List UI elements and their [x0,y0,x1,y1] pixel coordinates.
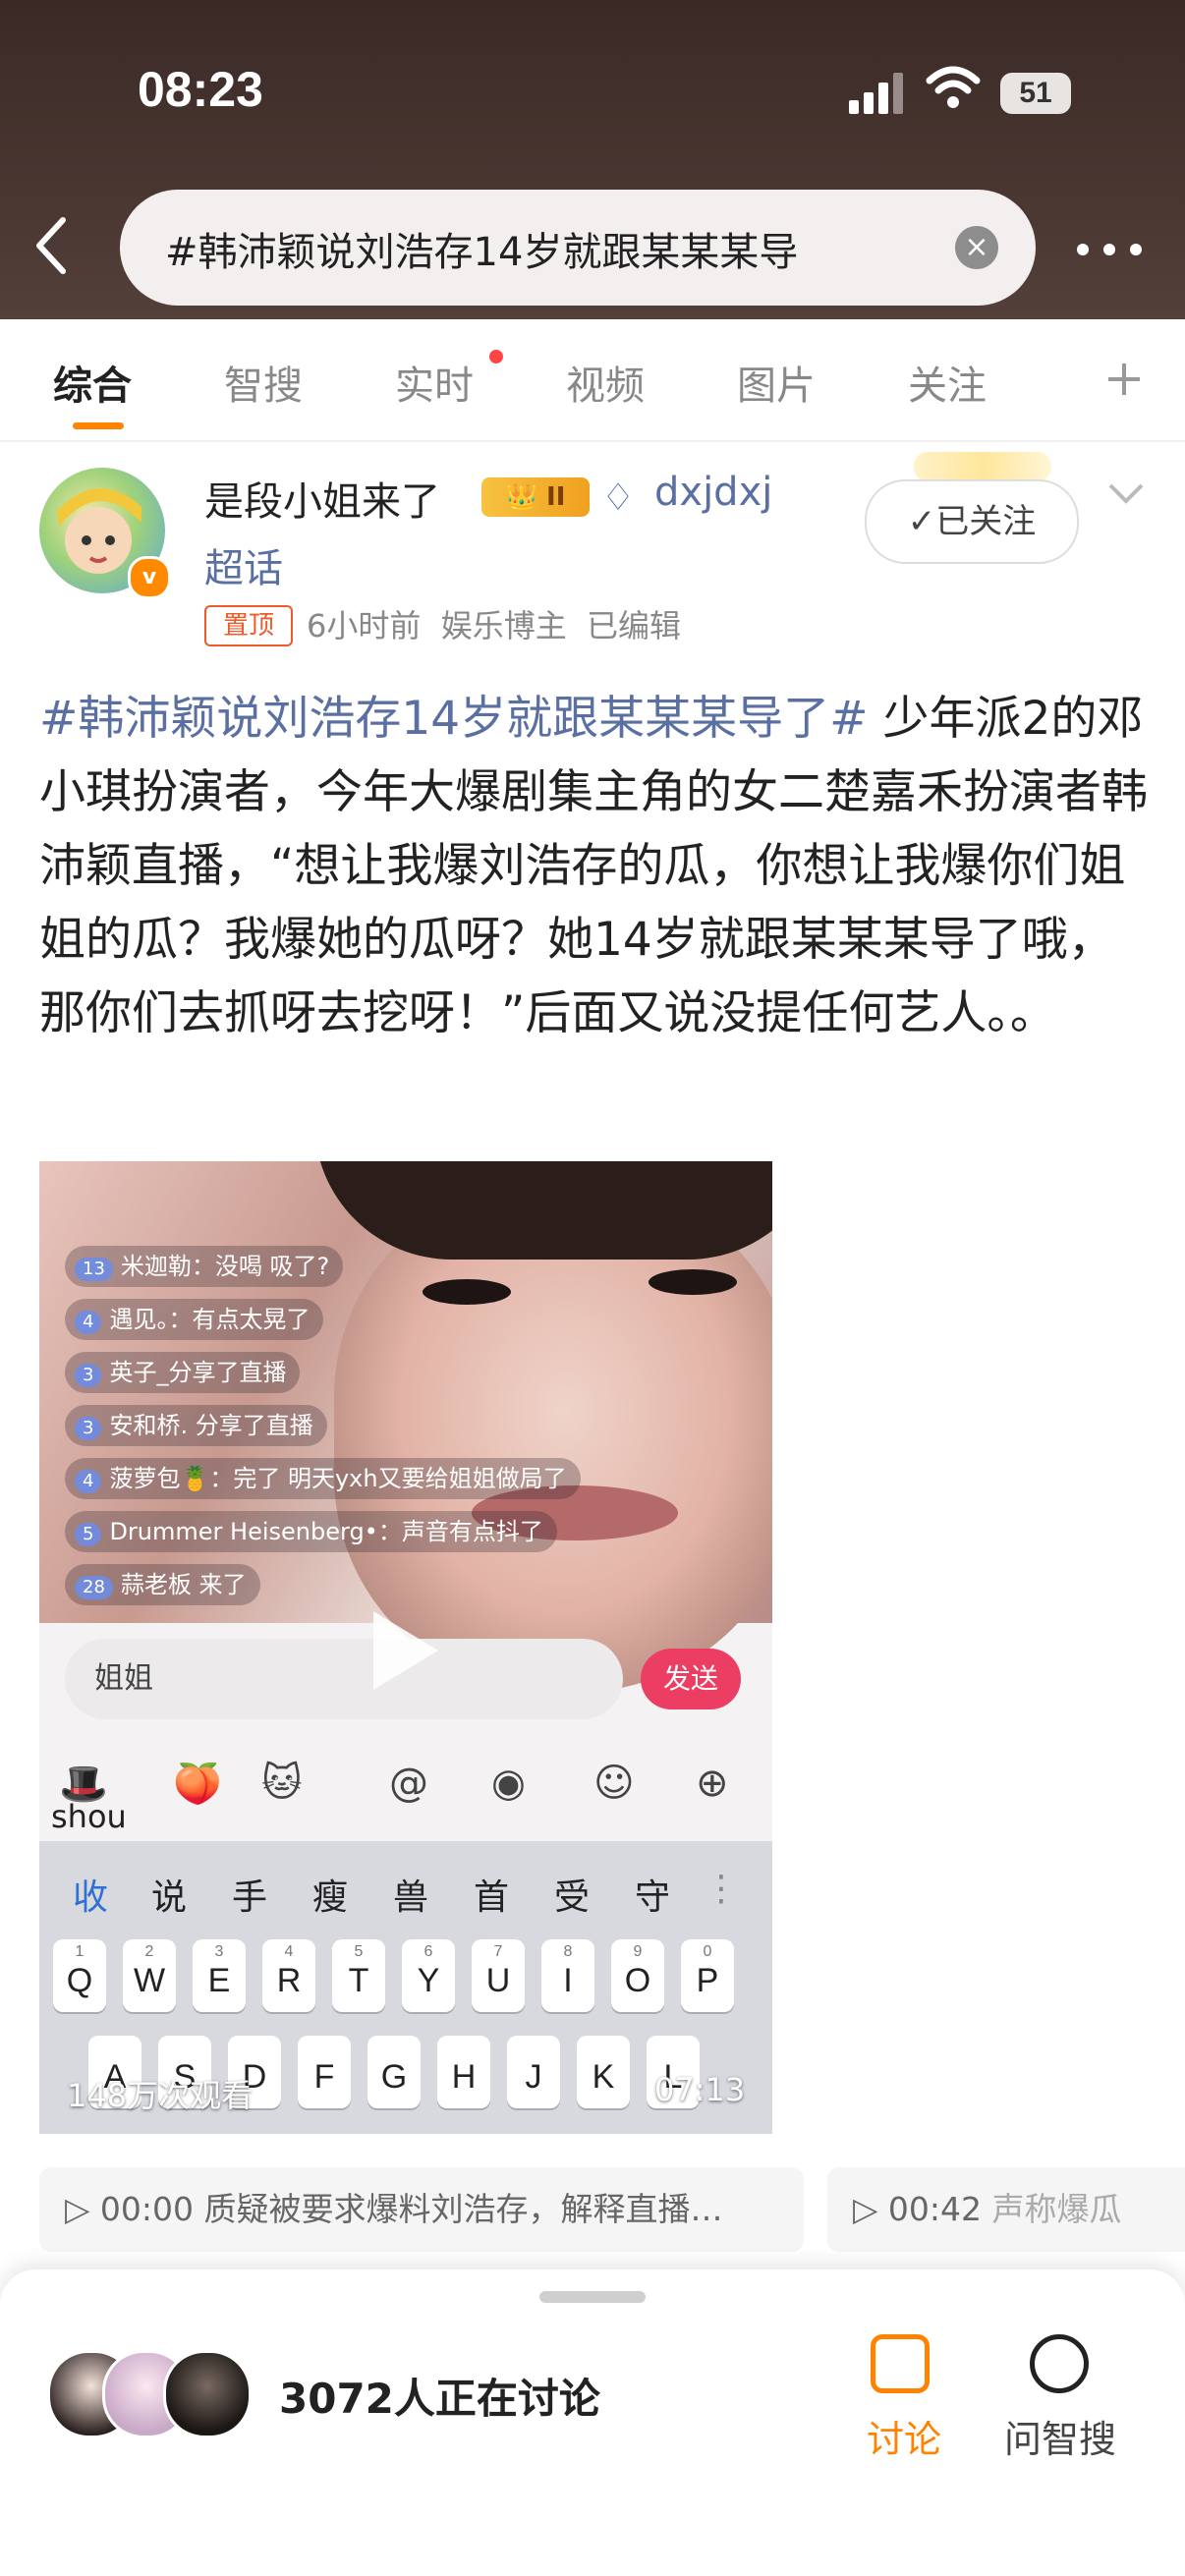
at-icon: @ [389,1761,428,1806]
search-query[interactable]: #韩沛颖说刘浩存14岁就跟某某某导 [165,220,873,277]
more-candidates-icon: ⋮ [704,1869,739,1909]
video-chat-input: 姐姐 [65,1639,623,1719]
video-duration: 07:13 [654,2071,746,2108]
key-r: 4R [262,1939,315,2012]
key-i: 8I [541,1939,594,2012]
candidate: 瘦 [312,1877,349,1918]
member-level-badge: 👑 II [481,477,590,517]
key-t: 5T [332,1939,385,2012]
key-e: 3E [193,1939,246,2012]
back-button[interactable] [29,214,73,281]
tab-notification-dot [489,350,503,364]
level-number: II [546,482,566,512]
follow-decoration [914,452,1051,481]
chapter-text: 质疑被要求爆料刘浩存，解释直播… [203,2190,723,2228]
chapter-time: 00:00 [99,2190,194,2228]
add-tab-icon[interactable] [1104,360,1144,403]
active-tab-indicator [73,422,124,429]
key-w: 2W [123,1939,176,2012]
key-u: 7U [472,1939,525,2012]
live-comment: 28 蒜老板 来了 [65,1564,260,1605]
candidate: 手 [232,1877,268,1918]
key-h: H [437,2036,490,2108]
chapter-item[interactable]: ▷ 00:42 声称爆瓜 [827,2167,1185,2252]
more-icon[interactable] [1075,242,1144,261]
tab-shishi[interactable]: 实时 [395,354,474,411]
tab-zhisou[interactable]: 智搜 [224,354,303,411]
candidate: 说 [151,1877,188,1918]
key-f: F [298,2036,351,2108]
live-comment: 4 菠萝包🍍：完了 明天yxh又要给姐姐做局了 [65,1458,581,1499]
status-time: 08:23 [138,62,263,117]
post-text: #韩沛颖说刘浩存14岁就跟某某某导了# 少年派2的邓小琪扮演者，今年大爆剧集主角… [39,682,1150,1050]
candidate: 受 [554,1877,591,1918]
drag-handle[interactable] [539,2291,646,2303]
discuss-icon[interactable] [871,2334,930,2393]
follow-button[interactable]: ✓已关注 [865,479,1079,564]
candidate: 守 [635,1877,671,1918]
emoji-peach-icon: 🍑 [173,1762,222,1807]
clear-search-icon[interactable]: × [955,226,998,269]
eye [649,1269,737,1295]
wifi-icon [926,65,981,116]
live-comment: 3 英子_分享了直播 [65,1352,301,1393]
live-comment: 4 遇见。：有点太晃了 [65,1299,324,1340]
tab-shipin[interactable]: 视频 [566,354,645,411]
ai-search-icon[interactable] [1030,2334,1089,2393]
follow-label: 已关注 [935,502,1037,541]
avatar [163,2350,252,2438]
author-name[interactable]: 是段小姐来了 [204,470,440,527]
key-g: G [367,2036,421,2108]
video-send-button: 发送 [641,1649,741,1709]
candidate: 兽 [393,1877,429,1918]
discussion-count[interactable]: 3072人正在讨论 [279,2366,600,2426]
fan-diamond-icon: ♢ [601,476,636,519]
live-comment: 13 米迦勒：没喝 吸了? [65,1246,344,1287]
discuss-label[interactable]: 讨论 [867,2409,941,2463]
candidate: 收 [73,1877,109,1918]
signal-icon [849,73,904,114]
verified-badge-icon: v [128,556,171,599]
emoji-cat-icon: 🐱 [261,1761,303,1806]
key-y: 6Y [402,1939,455,2012]
smile-icon: ☺ [593,1761,635,1806]
topic-link[interactable]: #韩沛颖说刘浩存14岁就跟某某某导了# [39,692,869,746]
chapter-time: 00:42 [887,2190,982,2228]
ai-search-label[interactable]: 问智搜 [1004,2409,1116,2463]
pinned-badge: 置顶 [204,605,293,646]
chevron-down-icon[interactable] [1106,481,1146,509]
tab-divider [0,440,1185,442]
tab-tupian[interactable]: 图片 [737,354,816,411]
fan-tag[interactable]: dxjdxj [654,470,772,515]
tab-zonghe[interactable]: 综合 [53,354,132,411]
voice-icon: ◉ [491,1761,526,1806]
tab-guanzhu[interactable]: 关注 [908,354,987,411]
play-icon[interactable] [373,1611,438,1690]
live-comment: 3 安和桥. 分享了直播 [65,1405,327,1446]
key-j: J [507,2036,560,2108]
view-count: 148万次观看 [67,2077,254,2114]
battery-indicator: 51 [1000,73,1071,114]
live-comment: 5 Drummer Heisenberg•：声音有点抖了 [65,1511,557,1552]
video-player[interactable]: 13 米迦勒：没喝 吸了? 4 遇见。：有点太晃了 3 英子_分享了直播 3 安和桥. … [39,1161,772,2134]
key-p: 0P [681,1939,734,2012]
key-o: 9O [611,1939,664,2012]
candidate: 首 [474,1877,510,1918]
chapter-item[interactable]: ▷ 00:00 质疑被要求爆料刘浩存，解释直播… [39,2167,804,2252]
post-meta: 6小时前 娱乐博主 已编辑 [307,607,682,644]
key-q: 1Q [53,1939,106,2012]
plus-circle-icon: ⊕ [696,1761,729,1806]
key-k: K [577,2036,630,2108]
chapter-text: 声称爆瓜 [991,2190,1122,2228]
eye [423,1279,511,1305]
emoji-label: shou [51,1798,127,1835]
chaohua-link[interactable]: 超话 [204,536,283,593]
